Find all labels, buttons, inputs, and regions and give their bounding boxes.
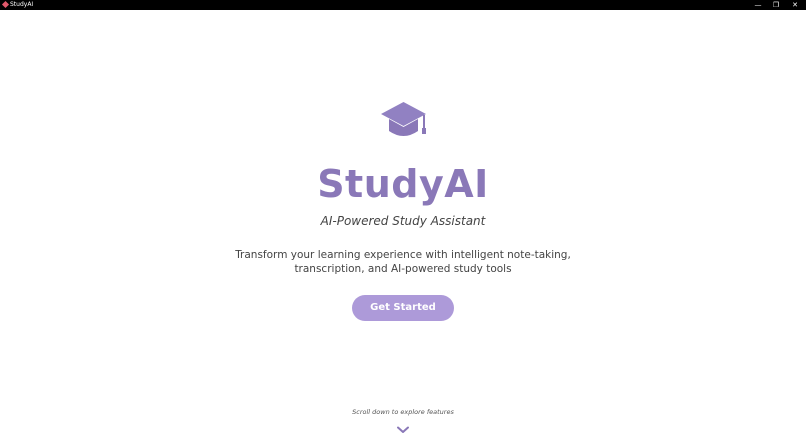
tagline: AI-Powered Study Assistant <box>320 214 486 228</box>
window-title: StudyAI <box>10 1 34 8</box>
minimize-button[interactable]: — <box>750 0 766 10</box>
app-title: StudyAI <box>317 162 489 206</box>
maximize-button[interactable]: ❐ <box>768 0 784 10</box>
description: Transform your learning experience with … <box>235 249 571 275</box>
get-started-button[interactable]: Get Started <box>352 295 454 321</box>
close-button[interactable]: ✕ <box>787 0 803 10</box>
window-titlebar: StudyAI — ❐ ✕ <box>0 0 806 10</box>
graduation-cap-icon <box>381 102 426 136</box>
scroll-hint: Scroll down to explore features <box>352 408 454 416</box>
app-logo-icon <box>1 0 10 9</box>
chevron-down-icon[interactable] <box>397 426 409 434</box>
